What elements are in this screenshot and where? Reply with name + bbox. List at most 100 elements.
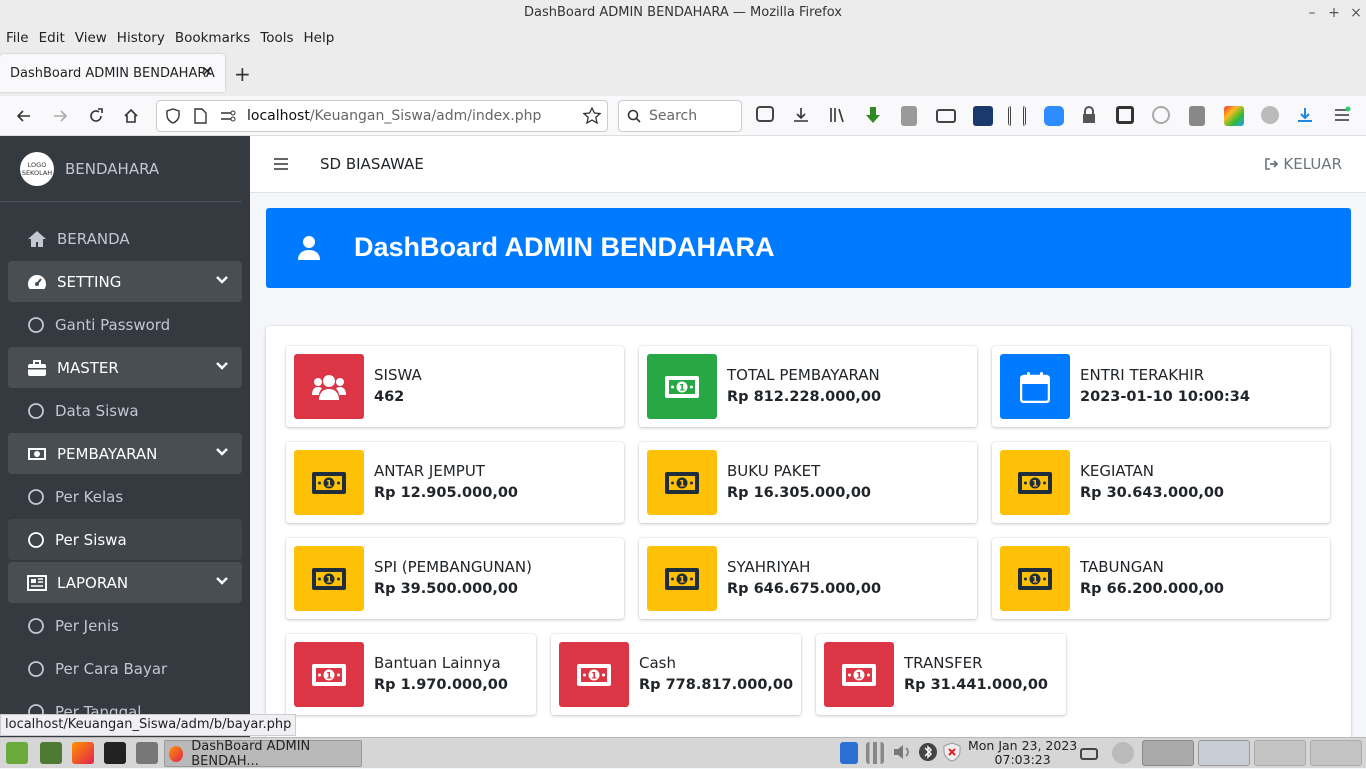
green-arrow-icon[interactable] (864, 106, 884, 126)
sidebar-item-per-cara-bayar[interactable]: Per Cara Bayar (8, 648, 242, 689)
tray-circle-icon[interactable] (1112, 742, 1134, 764)
clock[interactable]: Mon Jan 23, 2023 07:03:23 (968, 739, 1077, 767)
back-icon[interactable] (12, 104, 36, 128)
grid-icon[interactable] (1008, 106, 1026, 126)
menu-help[interactable]: Help (304, 30, 335, 46)
firefox-launcher-icon[interactable] (72, 742, 94, 764)
volume-icon[interactable] (892, 742, 914, 764)
mint-menu-icon[interactable] (6, 742, 28, 764)
permissions-icon[interactable] (219, 108, 237, 124)
reader-icon[interactable] (936, 109, 956, 123)
clock-date: Mon Jan 23, 2023 (968, 738, 1078, 753)
record-icon[interactable] (1261, 106, 1279, 124)
menu-extension-icon[interactable] (1189, 106, 1205, 126)
info-box-entri-terakhir: ENTRI TERAKHIR 2023-01-10 10:00:34 (992, 346, 1330, 427)
url-host: localhost (247, 108, 310, 124)
maximize-icon[interactable]: + (1324, 0, 1344, 26)
home-button-icon[interactable] (119, 104, 143, 128)
svg-text:1: 1 (1032, 575, 1038, 585)
workspace-3[interactable] (1254, 740, 1306, 766)
hamburger-menu-icon[interactable] (1333, 106, 1353, 126)
menu-bookmarks[interactable]: Bookmarks (175, 30, 250, 46)
hamburger-icon[interactable] (274, 157, 288, 171)
menu-history[interactable]: History (117, 30, 165, 46)
info-box-value: 2023-01-10 10:00:34 (1080, 389, 1250, 405)
url-text[interactable]: localhost/Keuangan_Siswa/adm/index.php (247, 108, 541, 124)
battery-icon[interactable] (1080, 748, 1098, 760)
info-box-label: ENTRI TERAKHIR (1080, 366, 1205, 384)
new-tab-icon[interactable]: + (234, 62, 251, 86)
sidebar-item-label: Ganti Password (55, 315, 171, 334)
url-bar[interactable]: localhost/Keuangan_Siswa/adm/index.php (156, 100, 608, 132)
tab-title: DashBoard ADMIN BENDAHARA (10, 65, 215, 81)
bluetooth-icon[interactable] (840, 742, 858, 764)
brand-link[interactable]: LOGO SEKOLAH BENDAHARA (0, 136, 242, 202)
sidebar-item-label: Per Kelas (55, 487, 124, 506)
update-error-icon[interactable] (942, 742, 964, 764)
workspace-2[interactable] (1198, 740, 1250, 766)
forward-icon[interactable] (48, 104, 72, 128)
browser-tab[interactable]: DashBoard ADMIN BENDAHARA ✕ (0, 54, 225, 92)
bluetooth-status-icon[interactable] (918, 742, 940, 764)
library-icon[interactable] (828, 106, 848, 126)
info-box-bantuan-lainnya: 1 Bantuan Lainnya Rp 1.970.000,00 (286, 634, 536, 715)
sidebar-item-per-siswa[interactable]: Per Siswa (8, 519, 242, 560)
info-box-label: SYAHRIYAH (727, 558, 811, 576)
sidebar-item-per-jenis[interactable]: Per Jenis (8, 605, 242, 646)
close-window-icon[interactable]: × (1346, 0, 1366, 26)
workspace-4[interactable] (1310, 740, 1362, 766)
bookmark-star-icon[interactable] (583, 107, 601, 125)
search-icon (627, 109, 641, 123)
page-icon[interactable] (193, 108, 207, 124)
sidebar-item-pembayaran[interactable]: PEMBAYARAN (8, 433, 242, 474)
info-box-label: TOTAL PEMBAYARAN (727, 366, 880, 384)
show-desktop-icon[interactable] (40, 742, 62, 764)
sidebar-item-per-kelas[interactable]: Per Kelas (8, 476, 242, 517)
info-box-value: Rp 16.305.000,00 (727, 485, 872, 501)
taskbar-window-button[interactable]: DashBoard ADMIN BENDAH... (164, 738, 362, 769)
tab-close-icon[interactable]: ✕ (201, 64, 213, 80)
newspaper-icon (27, 573, 47, 593)
info-box-value: Rp 31.441.000,00 (904, 677, 1049, 693)
chevron-down-icon (216, 576, 228, 586)
dashboard-gauge-icon (27, 272, 47, 292)
qr-code-icon[interactable] (1116, 106, 1134, 124)
info-box-value: Rp 12.905.000,00 (374, 485, 519, 501)
workspace-1[interactable] (1142, 740, 1194, 766)
school-name[interactable]: SD BIASAWAE (320, 155, 424, 173)
globe-icon[interactable] (1152, 106, 1170, 124)
colorful-extension-icon[interactable] (1224, 106, 1244, 126)
sidebar-item-ganti-password[interactable]: Ganti Password (8, 304, 242, 345)
files-icon[interactable] (136, 742, 158, 764)
money-icon (27, 444, 47, 464)
lock-icon[interactable] (1081, 106, 1097, 126)
menu-tools[interactable]: Tools (260, 30, 293, 46)
search-input[interactable]: Search (618, 100, 742, 132)
user-icon (298, 236, 320, 260)
terminal-icon[interactable] (104, 742, 126, 764)
info-box-transfer: 1 TRANSFER Rp 31.441.000,00 (816, 634, 1066, 715)
network-icon[interactable] (866, 742, 884, 764)
menu-file[interactable]: File (6, 30, 29, 46)
sidebar-item-laporan[interactable]: LAPORAN (8, 562, 242, 603)
minimize-icon[interactable]: – (1302, 0, 1322, 26)
sidebar-item-beranda[interactable]: BERANDA (8, 218, 242, 259)
sidebar-item-master[interactable]: MASTER (8, 347, 242, 388)
logout-button[interactable]: KELUAR (1265, 155, 1342, 173)
info-box-label: TABUNGAN (1080, 558, 1164, 576)
pocket-icon[interactable] (756, 106, 774, 122)
menu-edit[interactable]: Edit (39, 30, 65, 46)
svg-text:1: 1 (1032, 479, 1038, 489)
sidebar-item-data-siswa[interactable]: Data Siswa (8, 390, 242, 431)
shield-icon[interactable] (165, 108, 181, 124)
taskbar-window-label: DashBoard ADMIN BENDAH... (191, 738, 311, 769)
sidebar-item-label: SETTING (57, 272, 122, 291)
blue-download-icon[interactable] (1296, 106, 1316, 126)
sidebar-item-setting[interactable]: SETTING (8, 261, 242, 302)
download-helper-icon[interactable] (973, 106, 993, 126)
reload-icon[interactable] (84, 104, 108, 128)
extension-icon[interactable] (901, 106, 917, 126)
downloads-icon[interactable] (792, 106, 812, 126)
zoom-icon[interactable] (1044, 106, 1064, 126)
menu-view[interactable]: View (75, 30, 107, 46)
